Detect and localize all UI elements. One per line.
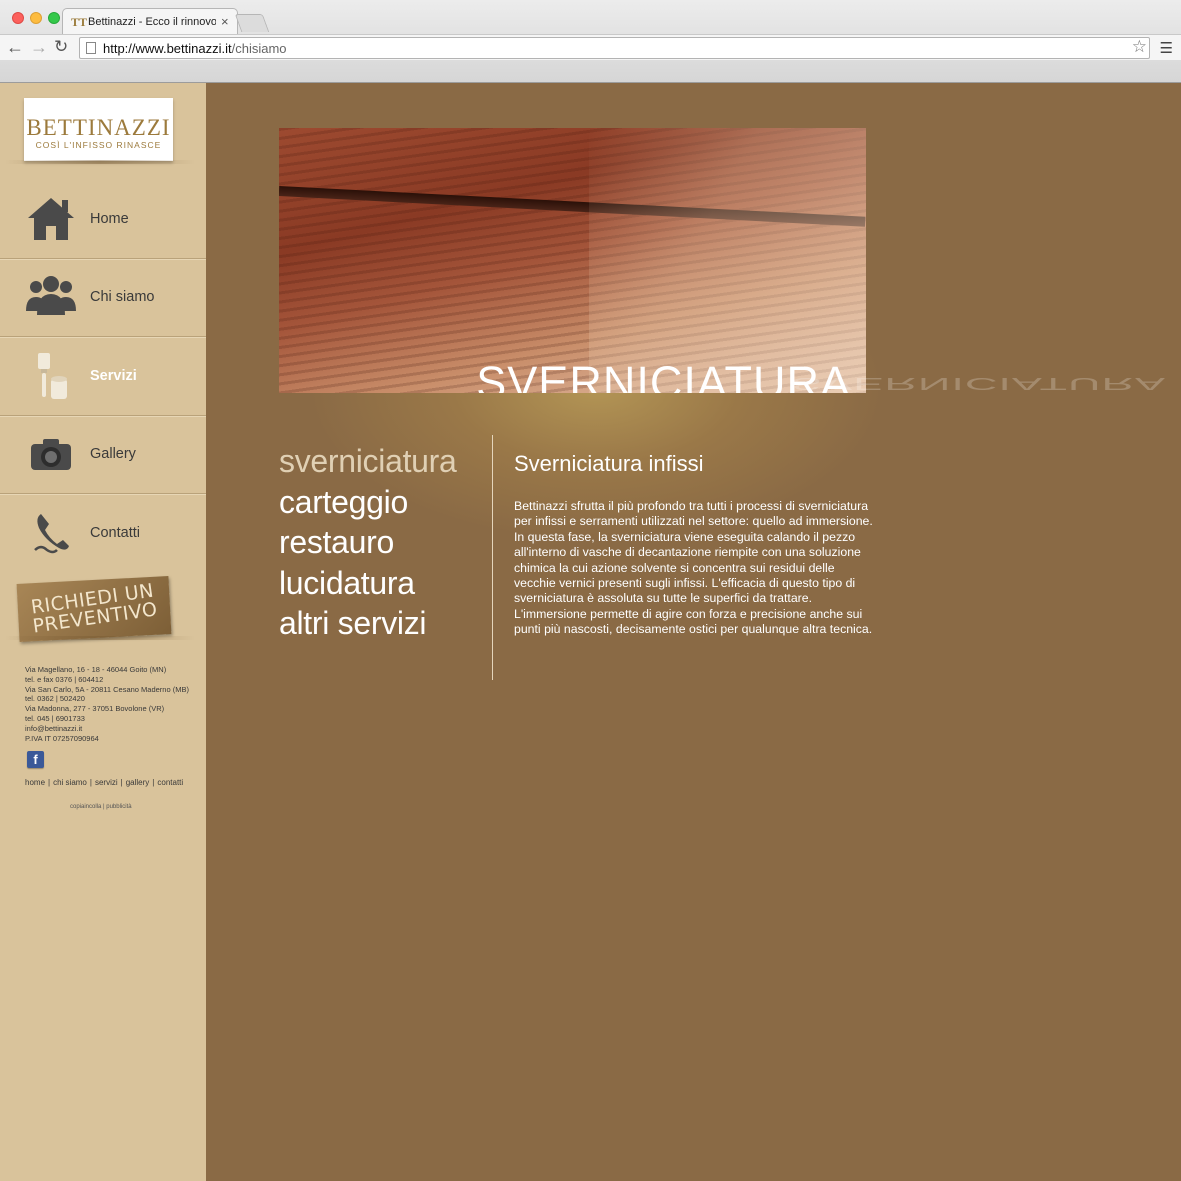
service-list: sverniciatura carteggio restauro lucidat… <box>279 441 457 644</box>
service-item-lucidatura[interactable]: lucidatura <box>279 563 457 604</box>
back-arrow-icon[interactable]: ← <box>6 37 24 57</box>
page-icon <box>86 42 96 54</box>
tab-title: Bettinazzi - Ecco il rinnovo <box>88 15 216 28</box>
nav-item-contatti[interactable]: Contatti <box>0 494 206 573</box>
address-line: Via San Carlo, 5A - 20811 Cesano Maderno… <box>25 684 189 694</box>
nav-item-home[interactable]: Home <box>0 180 206 259</box>
vat-number: P.IVA IT 07257090964 <box>25 733 99 743</box>
minimize-window-button[interactable] <box>30 12 42 24</box>
address-line: tel. 045 | 6901733 <box>25 713 85 723</box>
facebook-icon[interactable]: f <box>27 751 44 768</box>
browser-tab[interactable]: TT Bettinazzi - Ecco il rinnovo × <box>62 8 238 34</box>
footer-link-gallery[interactable]: gallery <box>126 778 150 787</box>
reload-icon[interactable]: ↻ <box>54 37 68 57</box>
favicon-icon: TT <box>71 14 88 29</box>
hero-stripped-area <box>589 128 866 393</box>
hero-title-reflection: SVERNICIATURA <box>791 373 1166 395</box>
forward-arrow-icon[interactable]: → <box>30 37 48 57</box>
service-item-carteggio[interactable]: carteggio <box>279 482 457 523</box>
url-host: http://www.bettinazzi.it <box>103 40 232 56</box>
house-icon <box>24 192 78 246</box>
nav-label: Home <box>90 210 129 227</box>
nav-label: Chi siamo <box>90 289 155 306</box>
hero-image: SVERNICIATURA <box>279 128 866 393</box>
footer-link-home[interactable]: home <box>25 778 45 787</box>
address-line: Via Madonna, 277 - 37051 Bovolone (VR) <box>25 704 165 714</box>
browser-toolbar: ← → ↻ http://www.bettinazzi.it/chisiamo … <box>0 34 1181 60</box>
logo-shadow <box>5 160 195 164</box>
nav-item-gallery[interactable]: Gallery <box>0 416 206 494</box>
bookmark-star-icon[interactable]: ☆ <box>1132 37 1147 57</box>
footer-link-chi-siamo[interactable]: chi siamo <box>53 778 87 787</box>
email-link[interactable]: info@bettinazzi.it <box>25 724 189 734</box>
nav-label: Servizi <box>90 367 137 384</box>
service-item-sverniciatura[interactable]: sverniciatura <box>279 441 457 482</box>
new-tab-button[interactable] <box>234 14 270 32</box>
footer-links: home | chi siamo | servizi | gallery | contatti <box>25 778 184 787</box>
request-quote-button[interactable]: RICHIEDI UN PREVENTIVO <box>16 576 172 642</box>
nav-item-servizi[interactable]: Servizi <box>0 337 206 416</box>
close-window-button[interactable] <box>12 12 24 24</box>
menu-icon[interactable]: ☰ <box>1160 39 1173 57</box>
address-bar[interactable]: http://www.bettinazzi.it/chisiamo ☆ <box>79 37 1150 59</box>
paintbrush-icon <box>24 349 78 403</box>
address-line: tel. e fax 0376 | 604412 <box>25 674 104 684</box>
sidebar: BETTINAZZI COSÌ L'INFISSO RINASCE Home C… <box>0 83 206 1181</box>
camera-icon <box>24 427 78 481</box>
cta-shadow <box>5 636 195 640</box>
logo-tagline: COSÌ L'INFISSO RINASCE <box>35 140 162 150</box>
cta-text: RICHIEDI UN PREVENTIVO <box>29 580 159 638</box>
service-item-altri-servizi[interactable]: altri servizi <box>279 603 457 644</box>
nav-label: Contatti <box>90 525 140 542</box>
vertical-divider <box>492 435 493 680</box>
logo-text: BETTINAZZI <box>26 115 171 140</box>
browser-chrome: TT Bettinazzi - Ecco il rinnovo × ← → ↻ … <box>0 0 1181 83</box>
nav-label: Gallery <box>90 446 136 463</box>
content-title: Sverniciatura infissi <box>514 451 704 476</box>
people-icon <box>24 270 78 324</box>
address-block: Via Magellano, 16 - 18 - 46044 Goito (MN… <box>25 665 189 743</box>
service-item-restauro[interactable]: restauro <box>279 522 457 563</box>
footer-link-servizi[interactable]: servizi <box>95 778 118 787</box>
maximize-window-button[interactable] <box>48 12 60 24</box>
url-path: /chisiamo <box>231 40 287 56</box>
credit-logo[interactable]: copiaincolla | pubblicità <box>70 804 132 810</box>
phone-icon <box>24 506 78 560</box>
main-content: SVERNICIATURA SVERNICIATURA sverniciatur… <box>206 83 1181 1181</box>
logo[interactable]: BETTINAZZI COSÌ L'INFISSO RINASCE <box>24 98 173 161</box>
main-nav: Home Chi siamo Servizi Gallery Contatti <box>0 180 206 573</box>
nav-item-chi-siamo[interactable]: Chi siamo <box>0 259 206 337</box>
footer-link-contatti[interactable]: contatti <box>157 778 183 787</box>
address-line: Via Magellano, 16 - 18 - 46044 Goito (MN… <box>25 665 167 674</box>
content-body: Bettinazzi sfrutta il più profondo tra t… <box>514 499 873 637</box>
address-line: tel. 0362 | 502420 <box>25 694 85 704</box>
service-description: Sverniciatura infissi Bettinazzi sfrutta… <box>514 451 874 638</box>
tab-close-icon[interactable]: × <box>221 15 229 28</box>
